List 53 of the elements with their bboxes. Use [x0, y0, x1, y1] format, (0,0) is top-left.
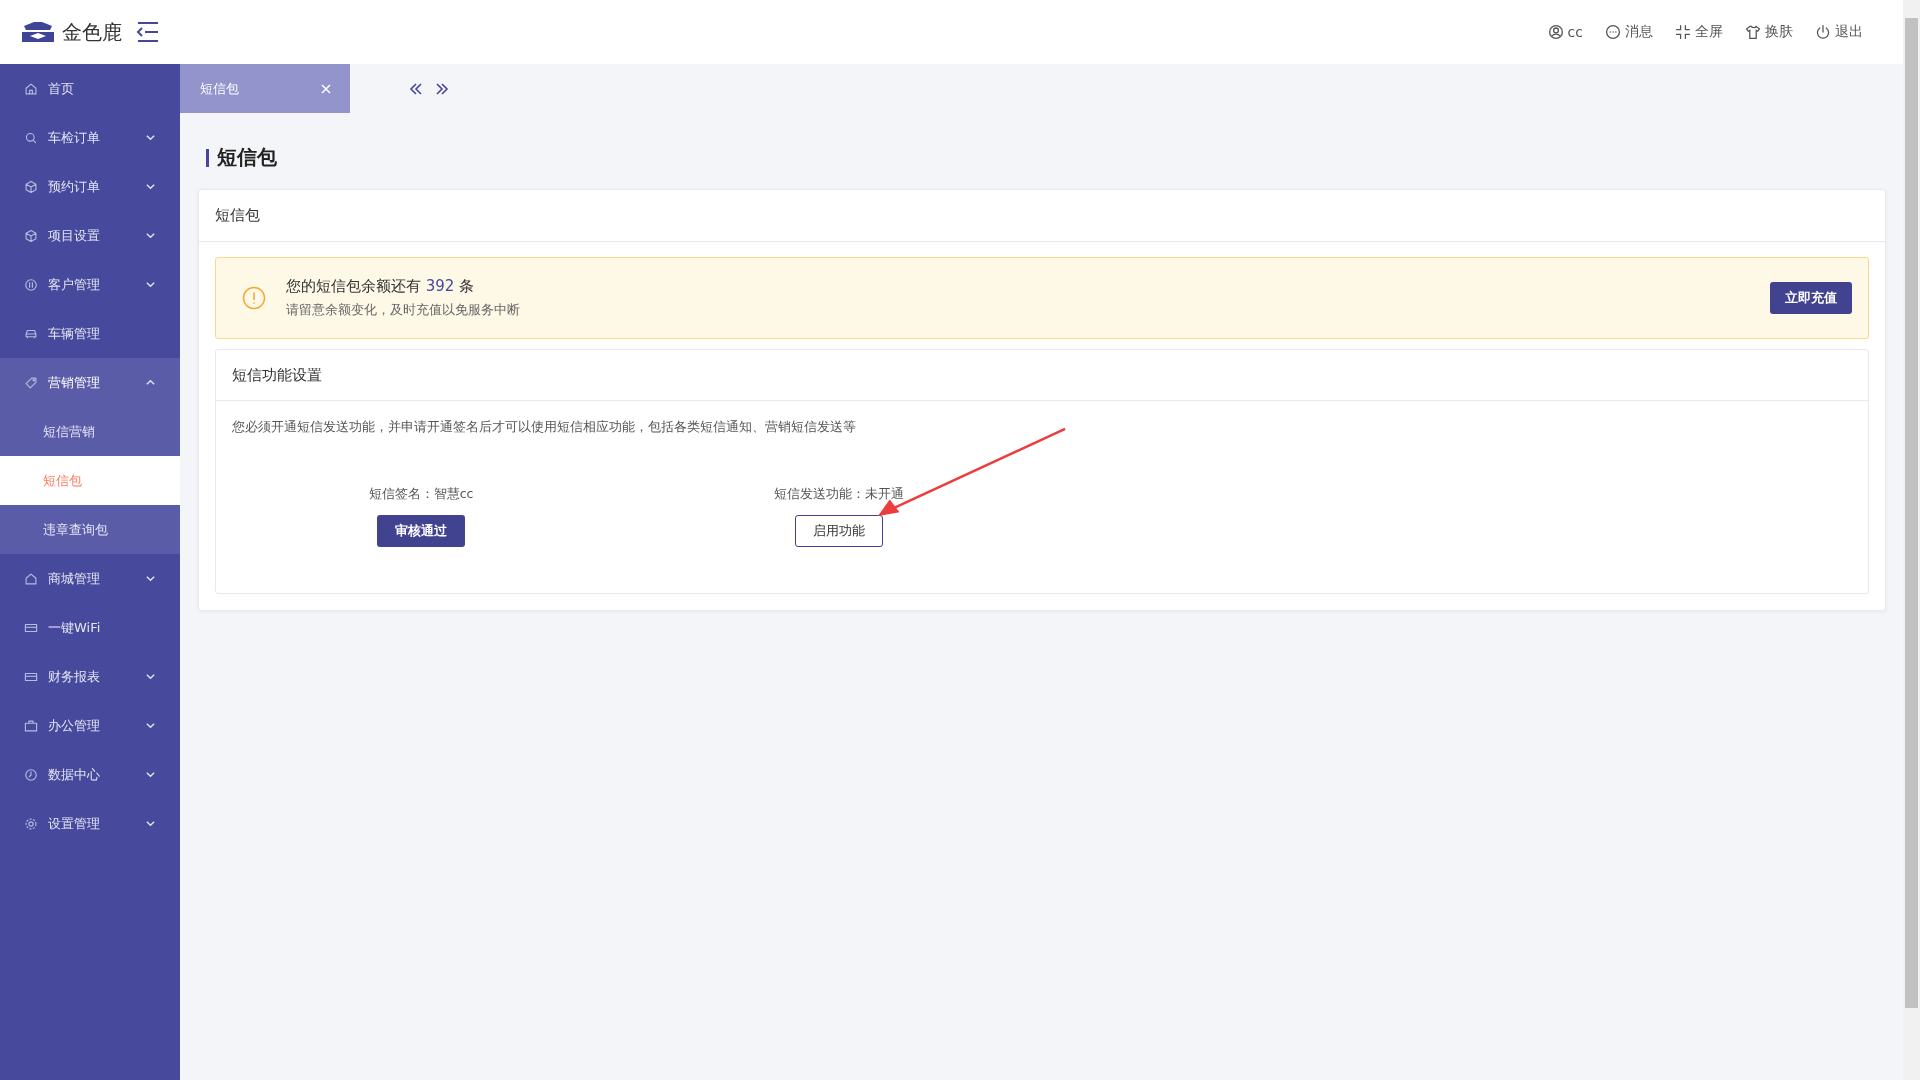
sidebar-item[interactable]: 预约订单 — [0, 162, 180, 211]
gear-icon — [24, 816, 38, 831]
submenu-item[interactable]: 短信营销 — [0, 407, 180, 456]
shirt-icon — [1745, 24, 1761, 40]
sidebar-item[interactable]: 商城管理 — [0, 554, 180, 603]
enable-button[interactable]: 启用功能 — [795, 515, 883, 547]
sidebar-item[interactable]: 设置管理 — [0, 799, 180, 848]
header-action[interactable]: cc — [1547, 23, 1583, 41]
logo-icon — [20, 20, 56, 44]
warning-icon — [242, 286, 266, 310]
sidebar-item[interactable]: 客户管理 — [0, 260, 180, 309]
card-title: 短信包 — [215, 206, 260, 225]
header-action[interactable]: 换肤 — [1745, 23, 1793, 41]
header-action[interactable]: 全屏 — [1675, 23, 1723, 41]
menu-icon[interactable] — [136, 21, 160, 43]
sidebar-item[interactable]: 数据中心 — [0, 750, 180, 799]
sidebar-item[interactable]: 项目设置 — [0, 211, 180, 260]
sidebar-item[interactable]: 一键WiFi — [0, 603, 180, 652]
approved-button[interactable]: 审核通过 — [377, 515, 465, 547]
sidebar-item[interactable]: 财务报表 — [0, 652, 180, 701]
user-icon — [1547, 24, 1564, 40]
sidebar-item[interactable]: 办公管理 — [0, 701, 180, 750]
sidebar-item[interactable]: 营销管理 — [0, 358, 180, 407]
double-right-icon[interactable] — [434, 80, 450, 97]
shop-icon — [24, 571, 38, 586]
description-text: 您必须开通短信发送功能，并申请开通签名后才可以使用短信相应功能，包括各类短信通知、营销短信发送等 — [232, 419, 857, 436]
header-action[interactable]: 消息 — [1605, 23, 1653, 41]
setting-label: 短信发送功能：未开通 — [774, 486, 904, 503]
alert-note: 请留意余额变化，及时充值以免服务中断 — [286, 302, 520, 319]
sidebar-item[interactable]: 车检订单 — [0, 113, 180, 162]
brand-name: 金色鹿 — [62, 18, 122, 46]
tag-icon — [24, 375, 38, 390]
double-left-icon[interactable] — [408, 80, 424, 97]
power-icon — [1815, 24, 1831, 40]
search-icon — [24, 130, 38, 145]
sidebar-item[interactable]: 车辆管理 — [0, 309, 180, 358]
cube-icon — [24, 228, 38, 243]
close-icon[interactable] — [320, 82, 332, 95]
home-icon — [24, 81, 38, 96]
scrollbar[interactable] — [1903, 0, 1920, 1080]
submenu-item[interactable]: 违章查询包 — [0, 505, 180, 554]
recharge-button[interactable]: 立即充值 — [1770, 282, 1852, 314]
page-title: 短信包 — [217, 144, 277, 171]
balance-text: 您的短信包余额还有 392 条 — [286, 277, 476, 296]
briefcase-icon — [24, 718, 38, 733]
setting-label: 短信签名：智慧cc — [368, 486, 474, 503]
chat-icon — [1605, 24, 1621, 40]
clock-icon — [24, 767, 38, 782]
cube-icon — [24, 179, 38, 194]
collapse-icon — [1675, 24, 1691, 40]
header-action[interactable]: 退出 — [1815, 23, 1863, 41]
section-title: 短信功能设置 — [232, 365, 322, 385]
sidebar-item[interactable]: 首页 — [0, 64, 180, 113]
